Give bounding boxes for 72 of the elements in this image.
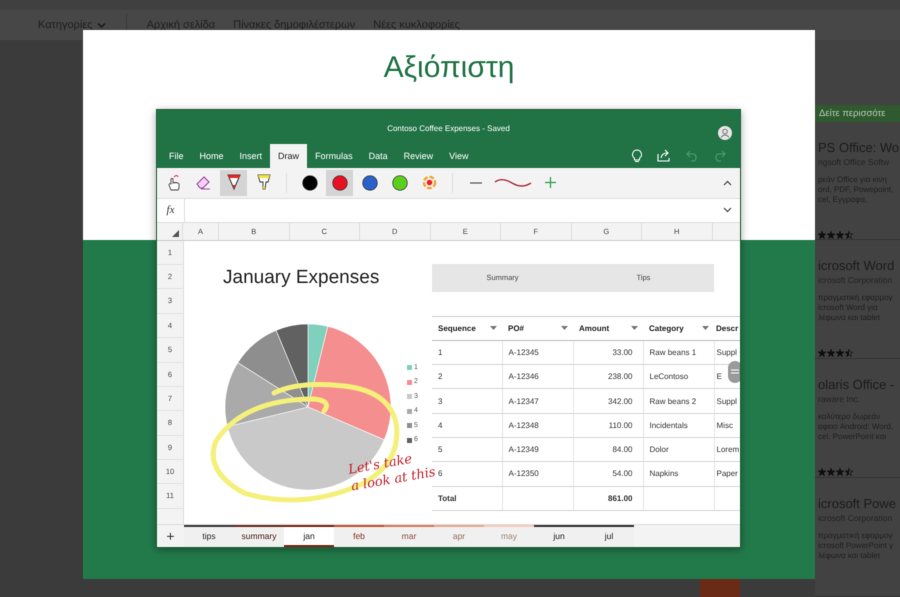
- plus-icon: [545, 177, 556, 188]
- ribbon-tab[interactable]: Review: [396, 144, 442, 168]
- ribbon-tab[interactable]: Insert: [232, 144, 270, 168]
- add-sheet-button[interactable]: +: [157, 525, 184, 547]
- lightbulb-icon[interactable]: [631, 148, 643, 163]
- ribbon-tab[interactable]: View: [441, 144, 476, 168]
- table-cell: Paper: [714, 462, 740, 486]
- see-more-button[interactable]: Δείτε περισσότε: [815, 105, 900, 122]
- table-cell: 2: [432, 364, 502, 389]
- table-cell: 84.00: [573, 438, 643, 462]
- table-cell: A-12348: [502, 413, 573, 438]
- eraser-icon: [195, 175, 212, 190]
- table-cell: Incidentals: [643, 413, 714, 438]
- pen-color-swatch[interactable]: [326, 170, 353, 196]
- table-cell: 3: [432, 388, 502, 414]
- function-label[interactable]: fx: [157, 198, 185, 222]
- chevron-down-icon: [96, 22, 106, 28]
- table-cell: 238.00: [573, 364, 643, 389]
- filter-dropdown-icon[interactable]: [702, 326, 709, 331]
- table-cell: A-12350: [502, 462, 573, 486]
- filter-dropdown-icon[interactable]: [490, 326, 497, 331]
- table-cell: 33.00: [573, 340, 643, 365]
- table-cell: Raw beans 1: [643, 340, 714, 365]
- ribbon-tab[interactable]: File: [161, 144, 192, 168]
- filter-dropdown-icon[interactable]: [561, 326, 568, 331]
- expand-formula-icon[interactable]: [723, 207, 732, 214]
- table-cell: Misc: [714, 413, 740, 438]
- scroll-handle[interactable]: [728, 360, 740, 383]
- filter-dropdown-icon[interactable]: [631, 326, 638, 331]
- select-all-icon[interactable]: [172, 230, 179, 237]
- table-cell: A-12345: [502, 340, 573, 365]
- column-heading: Sequence: [432, 316, 502, 340]
- document-title: Contoso Coffee Expenses - Saved: [387, 124, 510, 134]
- hand-pointer-icon: [166, 174, 182, 192]
- table-cell: A-12349: [502, 438, 573, 462]
- table-cell: 4: [432, 413, 502, 438]
- column-heading: Amount: [573, 316, 643, 340]
- column-heading: Descr: [714, 316, 740, 340]
- highlighter-icon: [256, 174, 270, 192]
- table-cell: Raw beans 2: [643, 388, 714, 414]
- sheet-tab[interactable]: jan: [284, 525, 334, 547]
- table-cell: Total: [432, 486, 502, 510]
- table-cell: 54.00: [573, 462, 643, 486]
- table-cell: LeContoso: [643, 364, 714, 389]
- app-icon-placeholder: [700, 579, 740, 597]
- table-cell: 342.00: [573, 388, 643, 414]
- dialog-title: Αξιόπιστη: [384, 50, 514, 86]
- stroke-width-curve-icon: [494, 178, 532, 188]
- color-wheel-icon: [422, 175, 437, 190]
- avatar-icon[interactable]: [718, 126, 732, 140]
- minus-icon: [470, 182, 482, 184]
- table-cell: Napkins: [643, 462, 714, 486]
- table-cell: Dolor: [643, 438, 714, 462]
- ribbon-tab[interactable]: Draw: [270, 144, 308, 168]
- collapse-ribbon-icon[interactable]: [723, 180, 732, 186]
- ribbon-tab[interactable]: Formulas: [307, 144, 361, 168]
- ribbon-tab[interactable]: Data: [360, 144, 396, 168]
- share-icon[interactable]: [657, 149, 672, 162]
- table-cell: 5: [432, 438, 502, 462]
- pen-icon: [226, 174, 240, 192]
- column-heading: Category: [643, 316, 714, 340]
- table-cell: 110.00: [573, 413, 643, 438]
- table-cell: 861.00: [573, 486, 643, 510]
- chart-title: January Expenses: [223, 266, 380, 290]
- table-cell: Lorem: [714, 438, 740, 462]
- table-cell: Suppl: [714, 388, 740, 414]
- table-cell: A-12347: [502, 388, 573, 414]
- pen-tool[interactable]: [220, 170, 247, 196]
- table-cell: 1: [432, 340, 502, 365]
- ribbon-tab[interactable]: Home: [192, 144, 232, 168]
- column-heading: PO#: [502, 316, 573, 340]
- table-cell: A-12346: [502, 364, 573, 389]
